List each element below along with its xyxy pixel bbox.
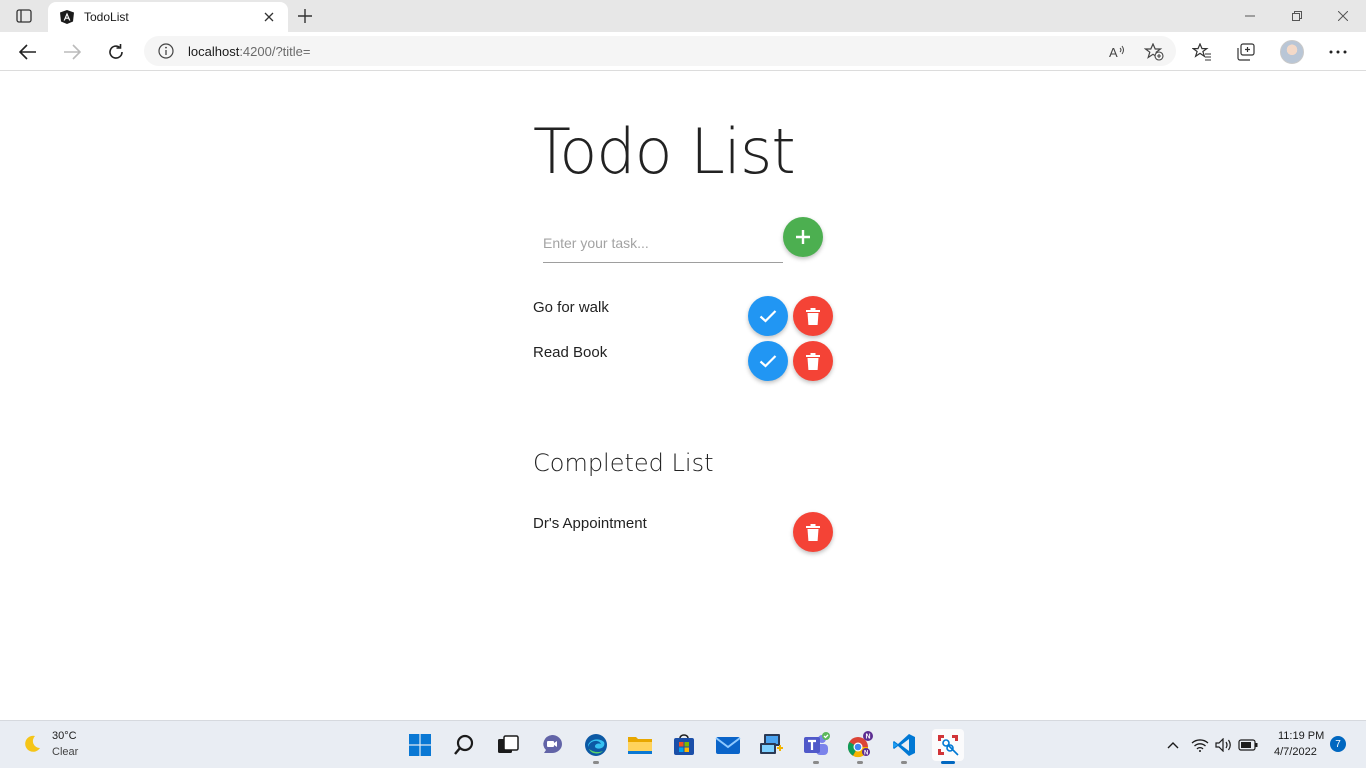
snipping-tool-icon[interactable] [932,729,964,764]
url-rest: :4200/?title= [239,44,311,59]
svg-text:A: A [1109,45,1118,60]
running-indicator [593,761,599,764]
read-aloud-icon[interactable]: A [1108,42,1128,62]
close-window-icon[interactable] [1333,6,1353,26]
moon-icon[interactable] [22,734,42,754]
browser-toolbar: localhost:4200/?title= A [0,32,1366,71]
svg-text:N: N [866,734,871,741]
add-favorite-icon[interactable] [1144,42,1164,62]
browser-tab-strip: TodoList [0,0,1366,32]
delete-task-button[interactable] [793,296,833,336]
tab-actions-icon[interactable] [12,6,36,26]
collections-icon[interactable] [1234,40,1258,64]
completed-item-label: Dr's Appointment [533,515,647,532]
address-bar[interactable]: localhost:4200/?title= A [144,36,1176,66]
browser-tab[interactable]: TodoList [48,2,288,32]
delete-task-button[interactable] [793,341,833,381]
forward-icon[interactable] [60,40,84,64]
mail-icon[interactable] [712,729,744,761]
clock-time[interactable]: 11:19 PM [1278,730,1324,742]
task-view-icon[interactable] [492,729,524,761]
new-tab-icon[interactable] [295,6,315,26]
file-explorer-icon[interactable] [624,729,656,761]
teams-icon[interactable] [800,729,832,764]
more-options-icon[interactable] [1326,40,1350,64]
clock-date[interactable]: 4/7/2022 [1274,746,1317,758]
refresh-icon[interactable] [104,40,128,64]
completed-list-title: Completed List [533,449,714,477]
edge-icon[interactable] [580,729,612,764]
delete-completed-button[interactable] [793,512,833,552]
complete-task-button[interactable] [748,296,788,336]
minimize-icon[interactable] [1240,6,1260,26]
taskbar: 30°C Clear NN 11:19 PM 4/7/2022 7 [0,720,1366,768]
todo-item-label: Go for walk [533,299,609,316]
favorites-icon[interactable] [1190,40,1214,64]
trash-icon [806,352,820,370]
complete-task-button[interactable] [748,341,788,381]
wifi-icon[interactable] [1190,735,1210,755]
search-icon[interactable] [448,729,480,761]
volume-icon[interactable] [1214,735,1234,755]
add-task-button[interactable] [783,217,823,257]
profile-avatar[interactable] [1280,40,1304,64]
start-icon[interactable] [404,729,436,761]
notification-badge[interactable]: 7 [1330,736,1346,752]
check-icon [759,354,777,368]
chrome-icon[interactable]: NN [844,729,876,764]
url-host: localhost [188,44,240,59]
back-icon[interactable] [16,40,40,64]
url-text[interactable]: localhost:4200/?title= [188,44,311,59]
weather-temperature[interactable]: 30°C [52,730,77,742]
angular-icon [59,9,75,25]
plus-icon [795,229,811,245]
trash-icon [806,523,820,541]
battery-icon[interactable] [1238,735,1258,755]
task-input[interactable] [543,223,783,263]
svg-text:N: N [864,751,868,757]
vscode-icon[interactable] [888,729,920,764]
site-info-icon[interactable] [158,43,174,59]
remote-desktop-icon[interactable] [756,729,788,761]
chat-icon[interactable] [536,729,568,761]
running-indicator [813,761,819,764]
running-indicator [901,761,907,764]
page-title: Todo List [533,115,796,188]
tab-title: TodoList [84,10,129,24]
check-icon [759,309,777,323]
weather-description[interactable]: Clear [52,746,78,758]
restore-icon[interactable] [1287,6,1307,26]
tab-close-icon[interactable] [262,10,276,24]
chevron-up-icon[interactable] [1163,735,1183,755]
page-content: Todo List Go for walk Read Book [0,71,1366,720]
todo-item-label: Read Book [533,344,608,361]
trash-icon [806,307,820,325]
running-indicator [857,761,863,764]
running-indicator [941,761,955,764]
store-icon[interactable] [668,729,700,761]
